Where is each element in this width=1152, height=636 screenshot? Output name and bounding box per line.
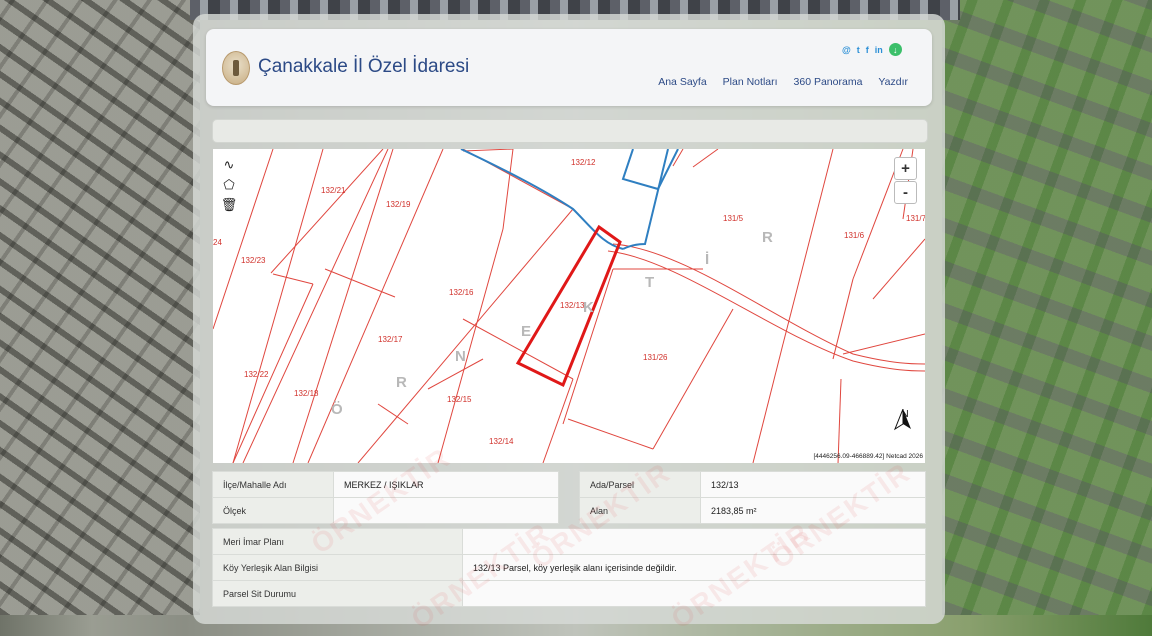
draw-line-icon[interactable]: ∿ xyxy=(220,156,238,174)
nav-yazdir[interactable]: Yazdır xyxy=(878,76,908,88)
north-arrow-glyph xyxy=(893,409,911,431)
twitter-icon[interactable]: t xyxy=(857,45,860,55)
zoom-out-button[interactable]: - xyxy=(894,181,917,204)
table-row: Ada/Parsel 132/13 xyxy=(579,471,926,498)
road-lines xyxy=(460,149,679,250)
sit-durumu-value xyxy=(462,580,926,607)
parcel-label: 132/12 xyxy=(571,158,596,167)
email-icon[interactable]: @ xyxy=(842,45,851,55)
parcel-label: 132/13 xyxy=(560,301,585,310)
main-nav: Ana Sayfa Plan Notları 360 Panorama Yazd… xyxy=(658,76,908,88)
draw-polygon-icon[interactable]: ⬠ xyxy=(220,176,238,194)
trash-icon[interactable]: 🗑 xyxy=(220,196,238,214)
ilce-value: MERKEZ / IŞIKLAR xyxy=(333,471,559,498)
watermark-letter: N xyxy=(455,348,466,365)
parcel-label: 132/23 xyxy=(241,256,266,265)
parcel-label: 132/15 xyxy=(447,395,472,404)
coordinate-readout: [4446256.09-466889.42] Netcad 2026 xyxy=(813,453,923,460)
nav-360-panorama[interactable]: 360 Panorama xyxy=(794,76,863,88)
parcel-label: 131/6 xyxy=(844,231,865,240)
institution-logo xyxy=(222,51,250,85)
background-city-right xyxy=(942,0,1152,615)
parcel-label: 24 xyxy=(213,238,222,247)
parcel-label: 132/21 xyxy=(321,186,346,195)
watermark-letter: T xyxy=(645,274,654,291)
parcel-label: 132/22 xyxy=(244,370,269,379)
table-row: Ölçek xyxy=(212,497,559,524)
info-table-left: İlçe/Mahalle Adı MERKEZ / IŞIKLAR Ölçek xyxy=(212,471,559,524)
site-title: Çanakkale İl Özel İdaresi xyxy=(258,56,470,77)
linkedin-icon[interactable]: in xyxy=(875,45,883,55)
parcel-label: 132/19 xyxy=(386,200,411,209)
table-row: Alan 2183,85 m² xyxy=(579,497,926,524)
imar-plani-value xyxy=(462,528,926,555)
ada-parsel-value: 132/13 xyxy=(700,471,926,498)
parcel-label: 131/7 xyxy=(906,214,925,223)
background-city-left xyxy=(0,0,200,615)
parcel-label: 132/16 xyxy=(449,288,474,297)
koy-yerlesik-label: Köy Yerleşik Alan Bilgisi xyxy=(212,554,463,581)
table-row: Meri İmar Planı xyxy=(212,528,926,555)
table-row: Köy Yerleşik Alan Bilgisi 132/13 Parsel,… xyxy=(212,554,926,581)
search-bar[interactable] xyxy=(212,119,928,143)
map-canvas: 132/12 132/21 132/19 132/23 132/16 132/1… xyxy=(213,149,925,463)
download-icon[interactable]: ↓ xyxy=(888,43,902,56)
north-arrow-icon: N xyxy=(893,409,917,441)
table-row: İlçe/Mahalle Adı MERKEZ / IŞIKLAR xyxy=(212,471,559,498)
parcel-labels: 132/12 132/21 132/19 132/23 132/16 132/1… xyxy=(213,158,925,446)
watermark-letter: E xyxy=(521,323,531,340)
parcel-label: 132/18 xyxy=(294,389,319,398)
parcel-map[interactable]: 132/12 132/21 132/19 132/23 132/16 132/1… xyxy=(213,149,925,463)
alan-value: 2183,85 m² xyxy=(700,497,926,524)
imar-plani-label: Meri İmar Planı xyxy=(212,528,463,555)
watermark-letter: Ö xyxy=(331,401,343,418)
ilce-label: İlçe/Mahalle Adı xyxy=(212,471,334,498)
info-table-bottom: Meri İmar Planı Köy Yerleşik Alan Bilgis… xyxy=(212,528,926,607)
olcek-label: Ölçek xyxy=(212,497,334,524)
nav-plan-notlari[interactable]: Plan Notları xyxy=(723,76,778,88)
zoom-in-button[interactable]: + xyxy=(894,157,917,180)
watermark-letter: R xyxy=(396,374,407,391)
parcel-label: 131/5 xyxy=(723,214,744,223)
table-row: Parsel Sit Durumu xyxy=(212,580,926,607)
watermark-letter: K xyxy=(583,299,594,316)
watermark-letter: İ xyxy=(705,251,709,268)
parcel-label: 131/26 xyxy=(643,353,668,362)
nav-ana-sayfa[interactable]: Ana Sayfa xyxy=(658,76,706,88)
info-table-right: Ada/Parsel 132/13 Alan 2183,85 m² xyxy=(579,471,926,524)
koy-yerlesik-value: 132/13 Parsel, köy yerleşik alanı içeris… xyxy=(462,554,926,581)
map-watermark: Ö R N E K T İ R xyxy=(331,229,773,418)
olcek-value xyxy=(333,497,559,524)
parcel-label: 132/17 xyxy=(378,335,403,344)
social-links: @ t f in ↓ xyxy=(842,43,902,56)
alan-label: Alan xyxy=(579,497,701,524)
sit-durumu-label: Parsel Sit Durumu xyxy=(212,580,463,607)
site-header: Çanakkale İl Özel İdaresi @ t f in ↓ Ana… xyxy=(206,29,932,106)
watermark-letter: R xyxy=(762,229,773,246)
parcel-label: 132/14 xyxy=(489,437,514,446)
facebook-icon[interactable]: f xyxy=(866,45,869,55)
ada-parsel-label: Ada/Parsel xyxy=(579,471,701,498)
